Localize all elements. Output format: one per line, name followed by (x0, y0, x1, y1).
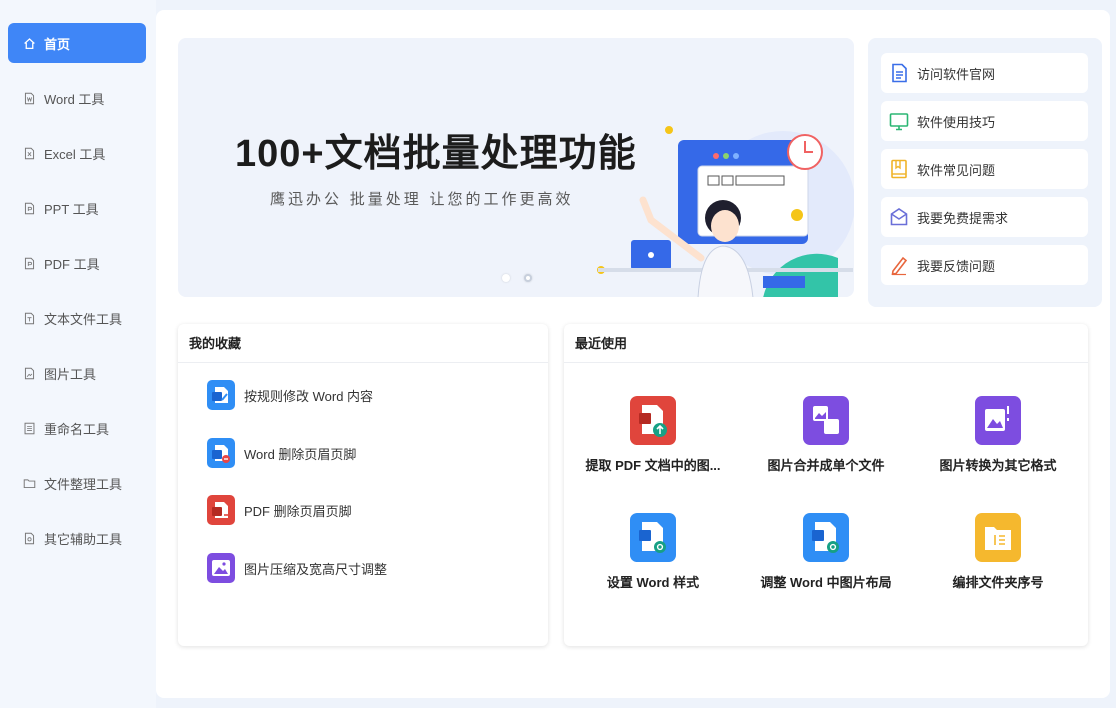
file-icon (22, 201, 36, 215)
word-style-icon (630, 513, 676, 562)
sidebar: 首页 Word 工具 Excel 工具 PPT 工具 PDF 工具 文本文件工具… (0, 0, 156, 708)
file-icon (22, 91, 36, 105)
recent-title: 最近使用 (564, 324, 1088, 363)
sidebar-item-label: Excel 工具 (44, 146, 106, 162)
sidebar-item-image[interactable]: 图片工具 (8, 353, 146, 393)
main-panel: 100+文档批量处理功能 鹰迅办公 批量处理 让您的工作更高效 访问软件官网 软… (156, 10, 1110, 698)
file-icon (22, 256, 36, 270)
sidebar-item-pdf[interactable]: PDF 工具 (8, 243, 146, 283)
quick-link-feedback[interactable]: 我要反馈问题 (881, 245, 1088, 285)
banner-illustration (597, 126, 854, 297)
recent-item[interactable]: 提取 PDF 文档中的图... (578, 396, 728, 474)
home-icon (22, 36, 36, 50)
quick-links-panel: 访问软件官网 软件使用技巧 软件常见问题 我要免费提需求 我要反馈问题 (868, 38, 1102, 307)
folder-icon (22, 476, 36, 490)
banner-subtitle: 鹰迅办公 批量处理 让您的工作更高效 (270, 190, 574, 208)
sidebar-item-label: 文件整理工具 (44, 476, 123, 492)
sidebar-item-label: 其它辅助工具 (44, 531, 123, 547)
sidebar-item-rename[interactable]: 重命名工具 (8, 408, 146, 448)
document-icon (892, 63, 907, 83)
recent-card: 最近使用 提取 PDF 文档中的图... 图片合并成单个文件 图片转换为其它格式… (564, 324, 1088, 646)
carousel-dot-active[interactable] (524, 274, 532, 282)
pencil-icon (891, 256, 908, 276)
recent-item[interactable]: 图片合并成单个文件 (751, 396, 901, 474)
recent-item[interactable]: 设置 Word 样式 (578, 513, 728, 591)
recent-label: 图片转换为其它格式 (939, 458, 1057, 473)
sidebar-item-ppt[interactable]: PPT 工具 (8, 188, 146, 228)
favorite-label: 图片压缩及宽高尺寸调整 (244, 561, 388, 577)
recent-label: 图片合并成单个文件 (767, 458, 885, 473)
quick-link-label: 访问软件官网 (917, 66, 996, 82)
file-icon (22, 311, 36, 325)
favorites-card: 我的收藏 按规则修改 Word 内容 Word 删除页眉页脚 PDF 删除页眉页… (178, 324, 548, 646)
favorites-title: 我的收藏 (178, 324, 548, 363)
recent-label: 调整 Word 中图片布局 (760, 575, 892, 590)
recent-item[interactable]: 图片转换为其它格式 (923, 396, 1073, 474)
sidebar-item-label: 首页 (44, 36, 71, 52)
sidebar-item-excel[interactable]: Excel 工具 (8, 133, 146, 173)
image-file-icon (22, 366, 36, 380)
image-merge-icon (803, 396, 849, 445)
image-resize-icon (207, 553, 235, 583)
quick-link-label: 我要免费提需求 (917, 210, 1009, 226)
word-remove-icon (207, 438, 235, 468)
monitor-icon (889, 113, 909, 131)
quick-link-request[interactable]: 我要免费提需求 (881, 197, 1088, 237)
sidebar-item-label: 图片工具 (44, 366, 97, 382)
file-icon (22, 146, 36, 160)
word-edit-icon (207, 380, 235, 410)
recent-label: 设置 Word 样式 (606, 575, 700, 590)
sidebar-item-word[interactable]: Word 工具 (8, 78, 146, 118)
sidebar-item-organize[interactable]: 文件整理工具 (8, 463, 146, 503)
sidebar-item-other[interactable]: 其它辅助工具 (8, 518, 146, 558)
recent-label: 编排文件夹序号 (952, 575, 1044, 590)
favorite-item[interactable]: 图片压缩及宽高尺寸调整 (207, 552, 387, 584)
carousel-dots (502, 274, 532, 282)
favorite-item[interactable]: PDF 删除页眉页脚 (207, 494, 352, 526)
pdf-extract-icon (630, 396, 676, 445)
sidebar-item-text[interactable]: 文本文件工具 (8, 298, 146, 338)
list-icon (22, 421, 36, 435)
carousel-dot[interactable] (502, 274, 510, 282)
image-convert-icon (975, 396, 1021, 445)
favorite-label: PDF 删除页眉页脚 (244, 503, 352, 519)
sidebar-item-label: 重命名工具 (44, 421, 110, 437)
sidebar-item-label: PDF 工具 (44, 256, 100, 272)
word-image-icon (803, 513, 849, 562)
quick-link-label: 我要反馈问题 (917, 258, 996, 274)
pdf-remove-icon (207, 495, 235, 525)
favorite-label: 按规则修改 Word 内容 (244, 388, 374, 404)
book-icon (891, 159, 907, 179)
favorite-label: Word 删除页眉页脚 (244, 446, 357, 462)
sidebar-item-label: PPT 工具 (44, 201, 99, 217)
tool-file-icon (22, 531, 36, 545)
quick-link-tips[interactable]: 软件使用技巧 (881, 101, 1088, 141)
favorite-item[interactable]: Word 删除页眉页脚 (207, 437, 356, 469)
quick-link-label: 软件使用技巧 (917, 114, 996, 130)
banner-title: 100+文档批量处理功能 (235, 133, 637, 175)
sidebar-item-label: 文本文件工具 (44, 311, 123, 327)
mail-icon (890, 208, 908, 226)
recent-item[interactable]: 编排文件夹序号 (923, 513, 1073, 591)
folder-number-icon (975, 513, 1021, 562)
recent-label: 提取 PDF 文档中的图... (585, 458, 721, 473)
quick-link-website[interactable]: 访问软件官网 (881, 53, 1088, 93)
sidebar-item-home[interactable]: 首页 (8, 23, 146, 63)
banner-carousel[interactable]: 100+文档批量处理功能 鹰迅办公 批量处理 让您的工作更高效 (178, 38, 854, 297)
favorite-item[interactable]: 按规则修改 Word 内容 (207, 379, 373, 411)
quick-link-faq[interactable]: 软件常见问题 (881, 149, 1088, 189)
sidebar-item-label: Word 工具 (44, 91, 105, 107)
recent-item[interactable]: 调整 Word 中图片布局 (751, 513, 901, 591)
quick-link-label: 软件常见问题 (917, 162, 996, 178)
